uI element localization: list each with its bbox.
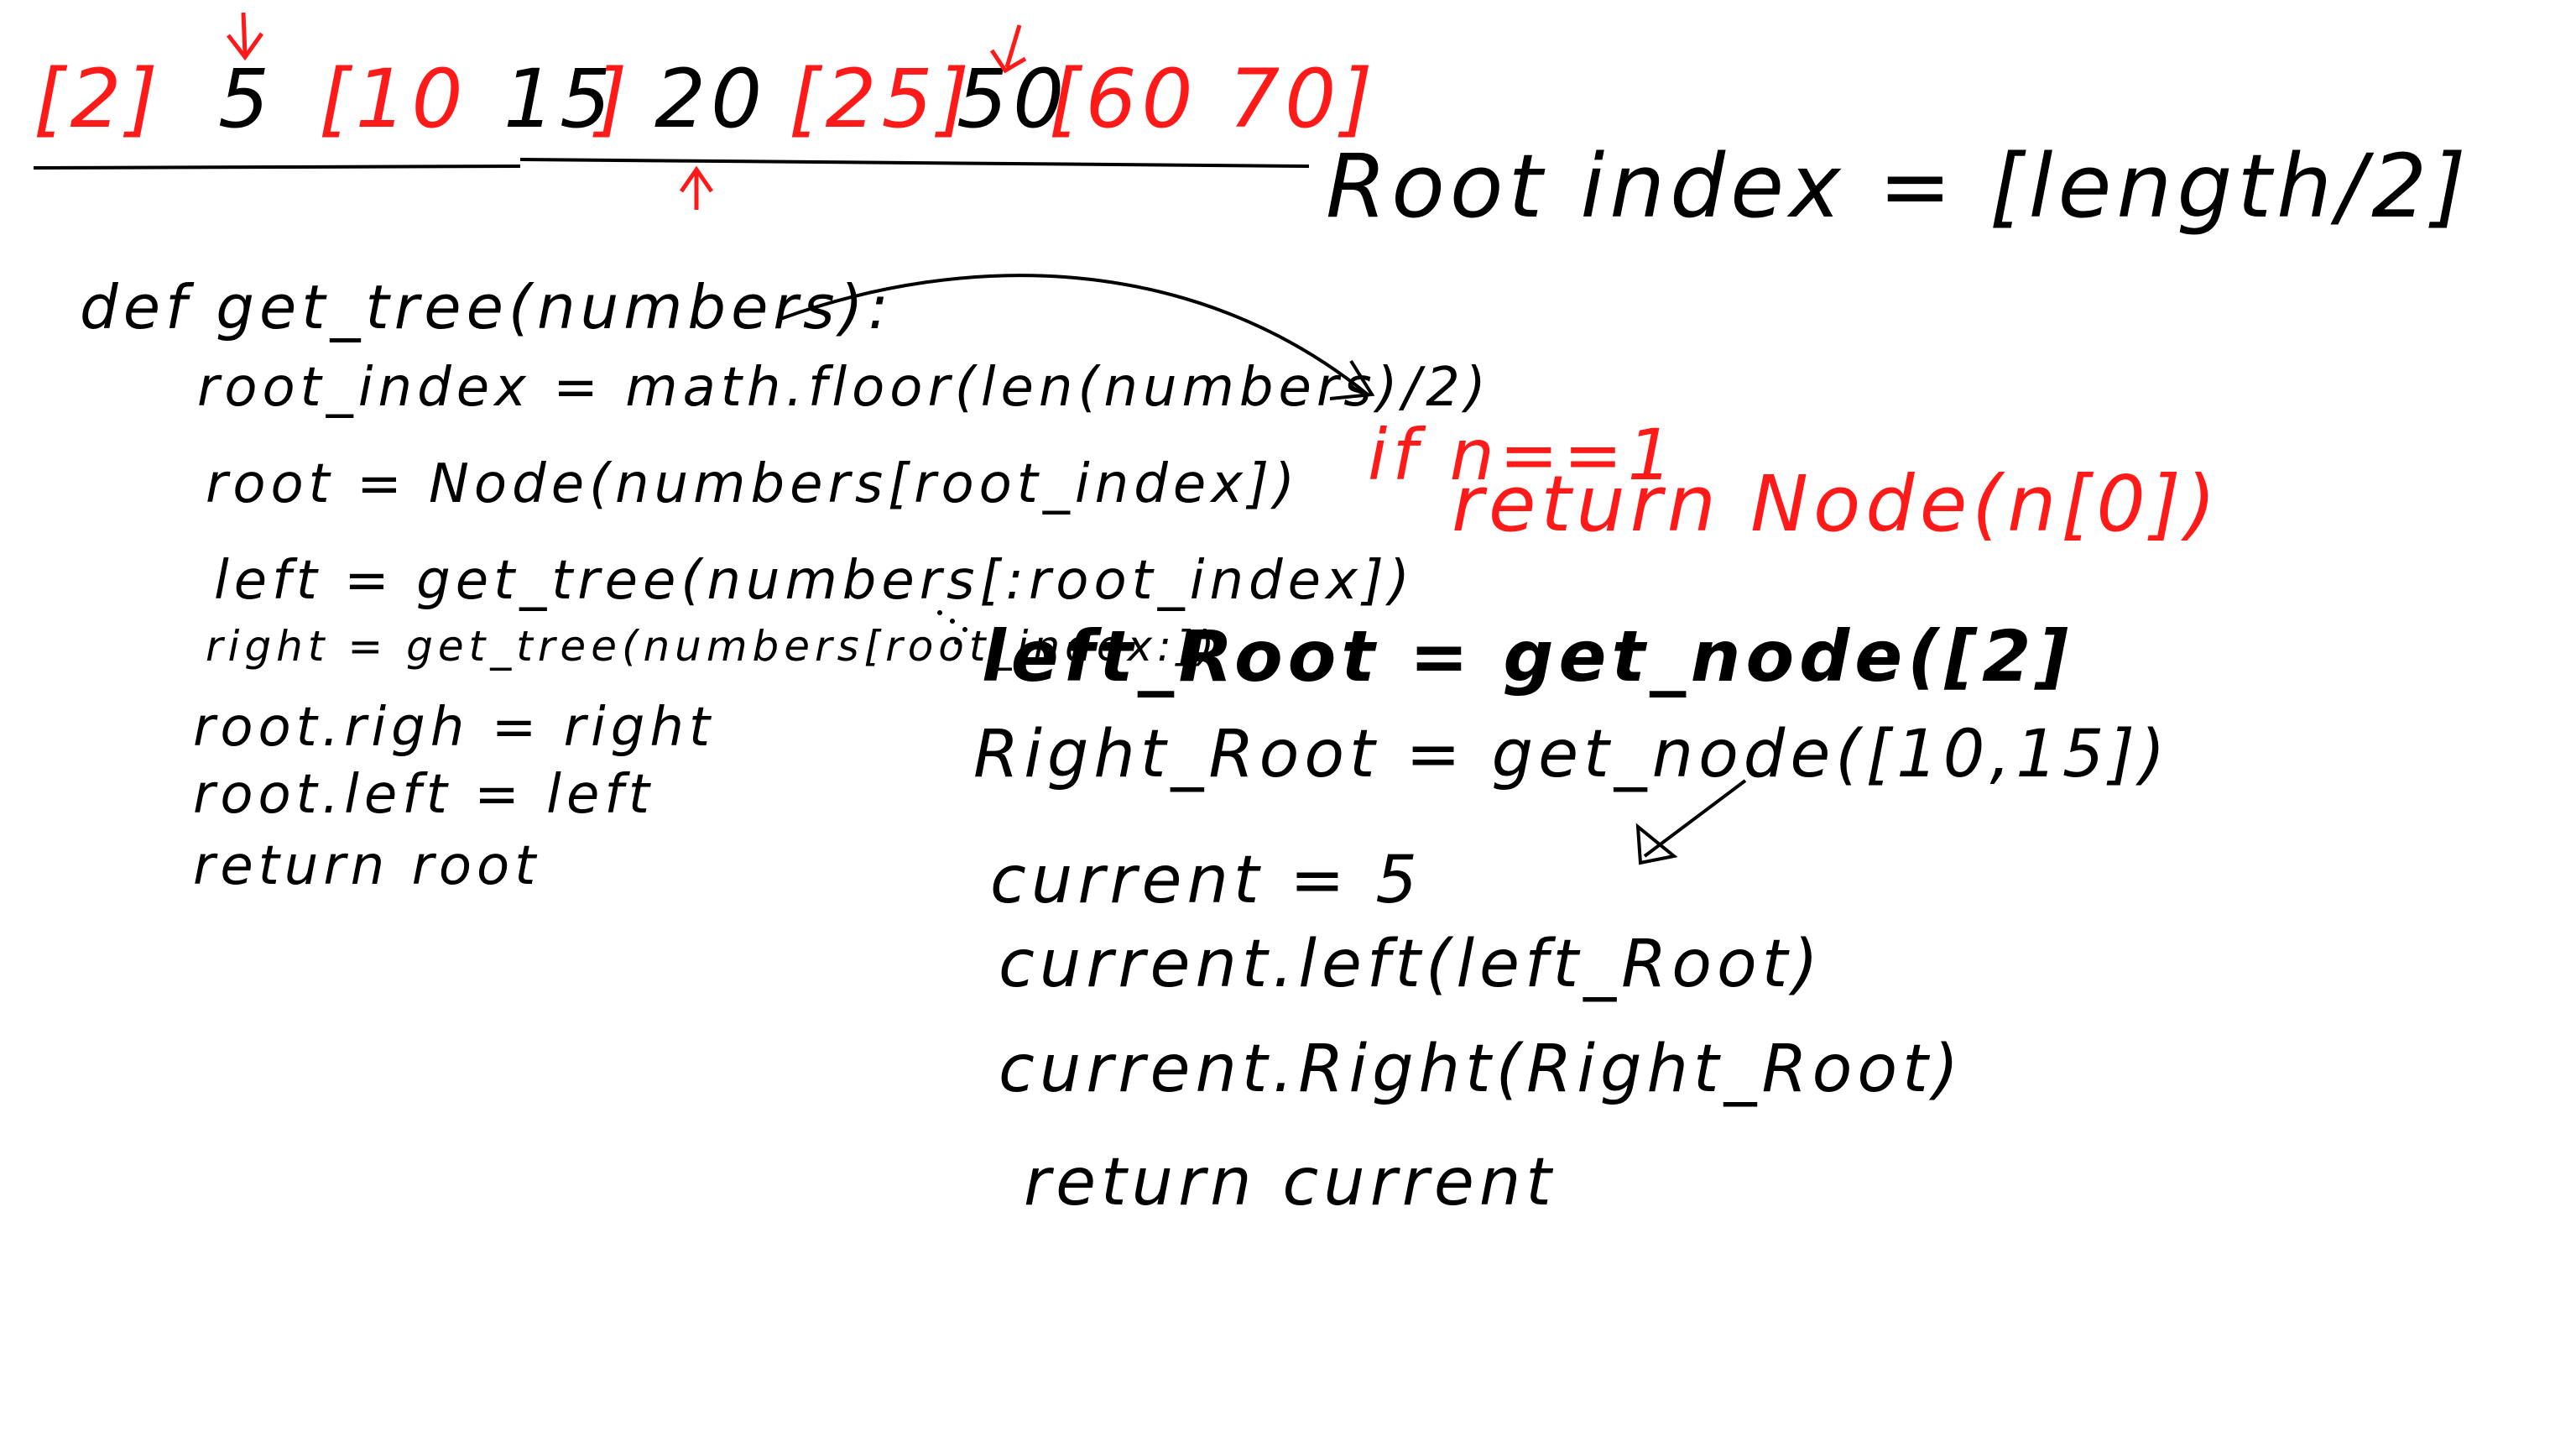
whiteboard-canvas: [2] 5 [10 15 ] 20 [25] 50 [60 70] Root i…	[0, 0, 2576, 1442]
code-line-left: left = get_tree(numbers[:root_index])	[214, 550, 1415, 612]
code-line-root-left: root.left = left	[193, 764, 654, 826]
array-underline-right	[519, 158, 1310, 168]
code-line-root-right: root.righ = right	[193, 697, 716, 759]
array-item-left-right-close: ]	[596, 52, 633, 146]
array-item-right-left: [25]	[789, 52, 975, 146]
array-item-left-leaf: [2]	[34, 52, 163, 146]
code-line-root-node: root = Node(numbers[root_index])	[206, 453, 1300, 515]
arrow-down-left-icon	[1635, 779, 1747, 865]
trace-line-current-right: current.Right(Right_Root)	[999, 1032, 1964, 1107]
array-underline-left	[33, 165, 521, 170]
array-item-left-root: 5	[218, 52, 275, 146]
trace-line-current-left: current.left(left_Root)	[999, 927, 1823, 1002]
trace-line-left-root: left_Root = get_node([2]	[982, 615, 2073, 697]
trace-line-right-root: Right_Root = get_node([10,15])	[973, 717, 2171, 792]
array-item-root: 20	[654, 52, 768, 146]
array-item-left-right-open: [10	[319, 52, 468, 146]
array-item-right-right: [60 70]	[1049, 52, 1378, 146]
code-line-def: def get_tree(numbers):	[80, 272, 894, 342]
trace-line-return: return current	[1024, 1145, 1557, 1220]
code-line-root-index: root_index = math.floor(len(numbers)/2)	[197, 357, 1491, 419]
root-index-formula: Root index = [length/2]	[1326, 135, 2471, 238]
trace-line-current: current = 5	[990, 843, 1423, 918]
arrow-up-icon	[679, 165, 714, 210]
code-line-return: return root	[193, 835, 541, 897]
arrow-down-icon	[227, 12, 264, 61]
base-case-return: return Node(n[0])	[1452, 459, 2221, 549]
